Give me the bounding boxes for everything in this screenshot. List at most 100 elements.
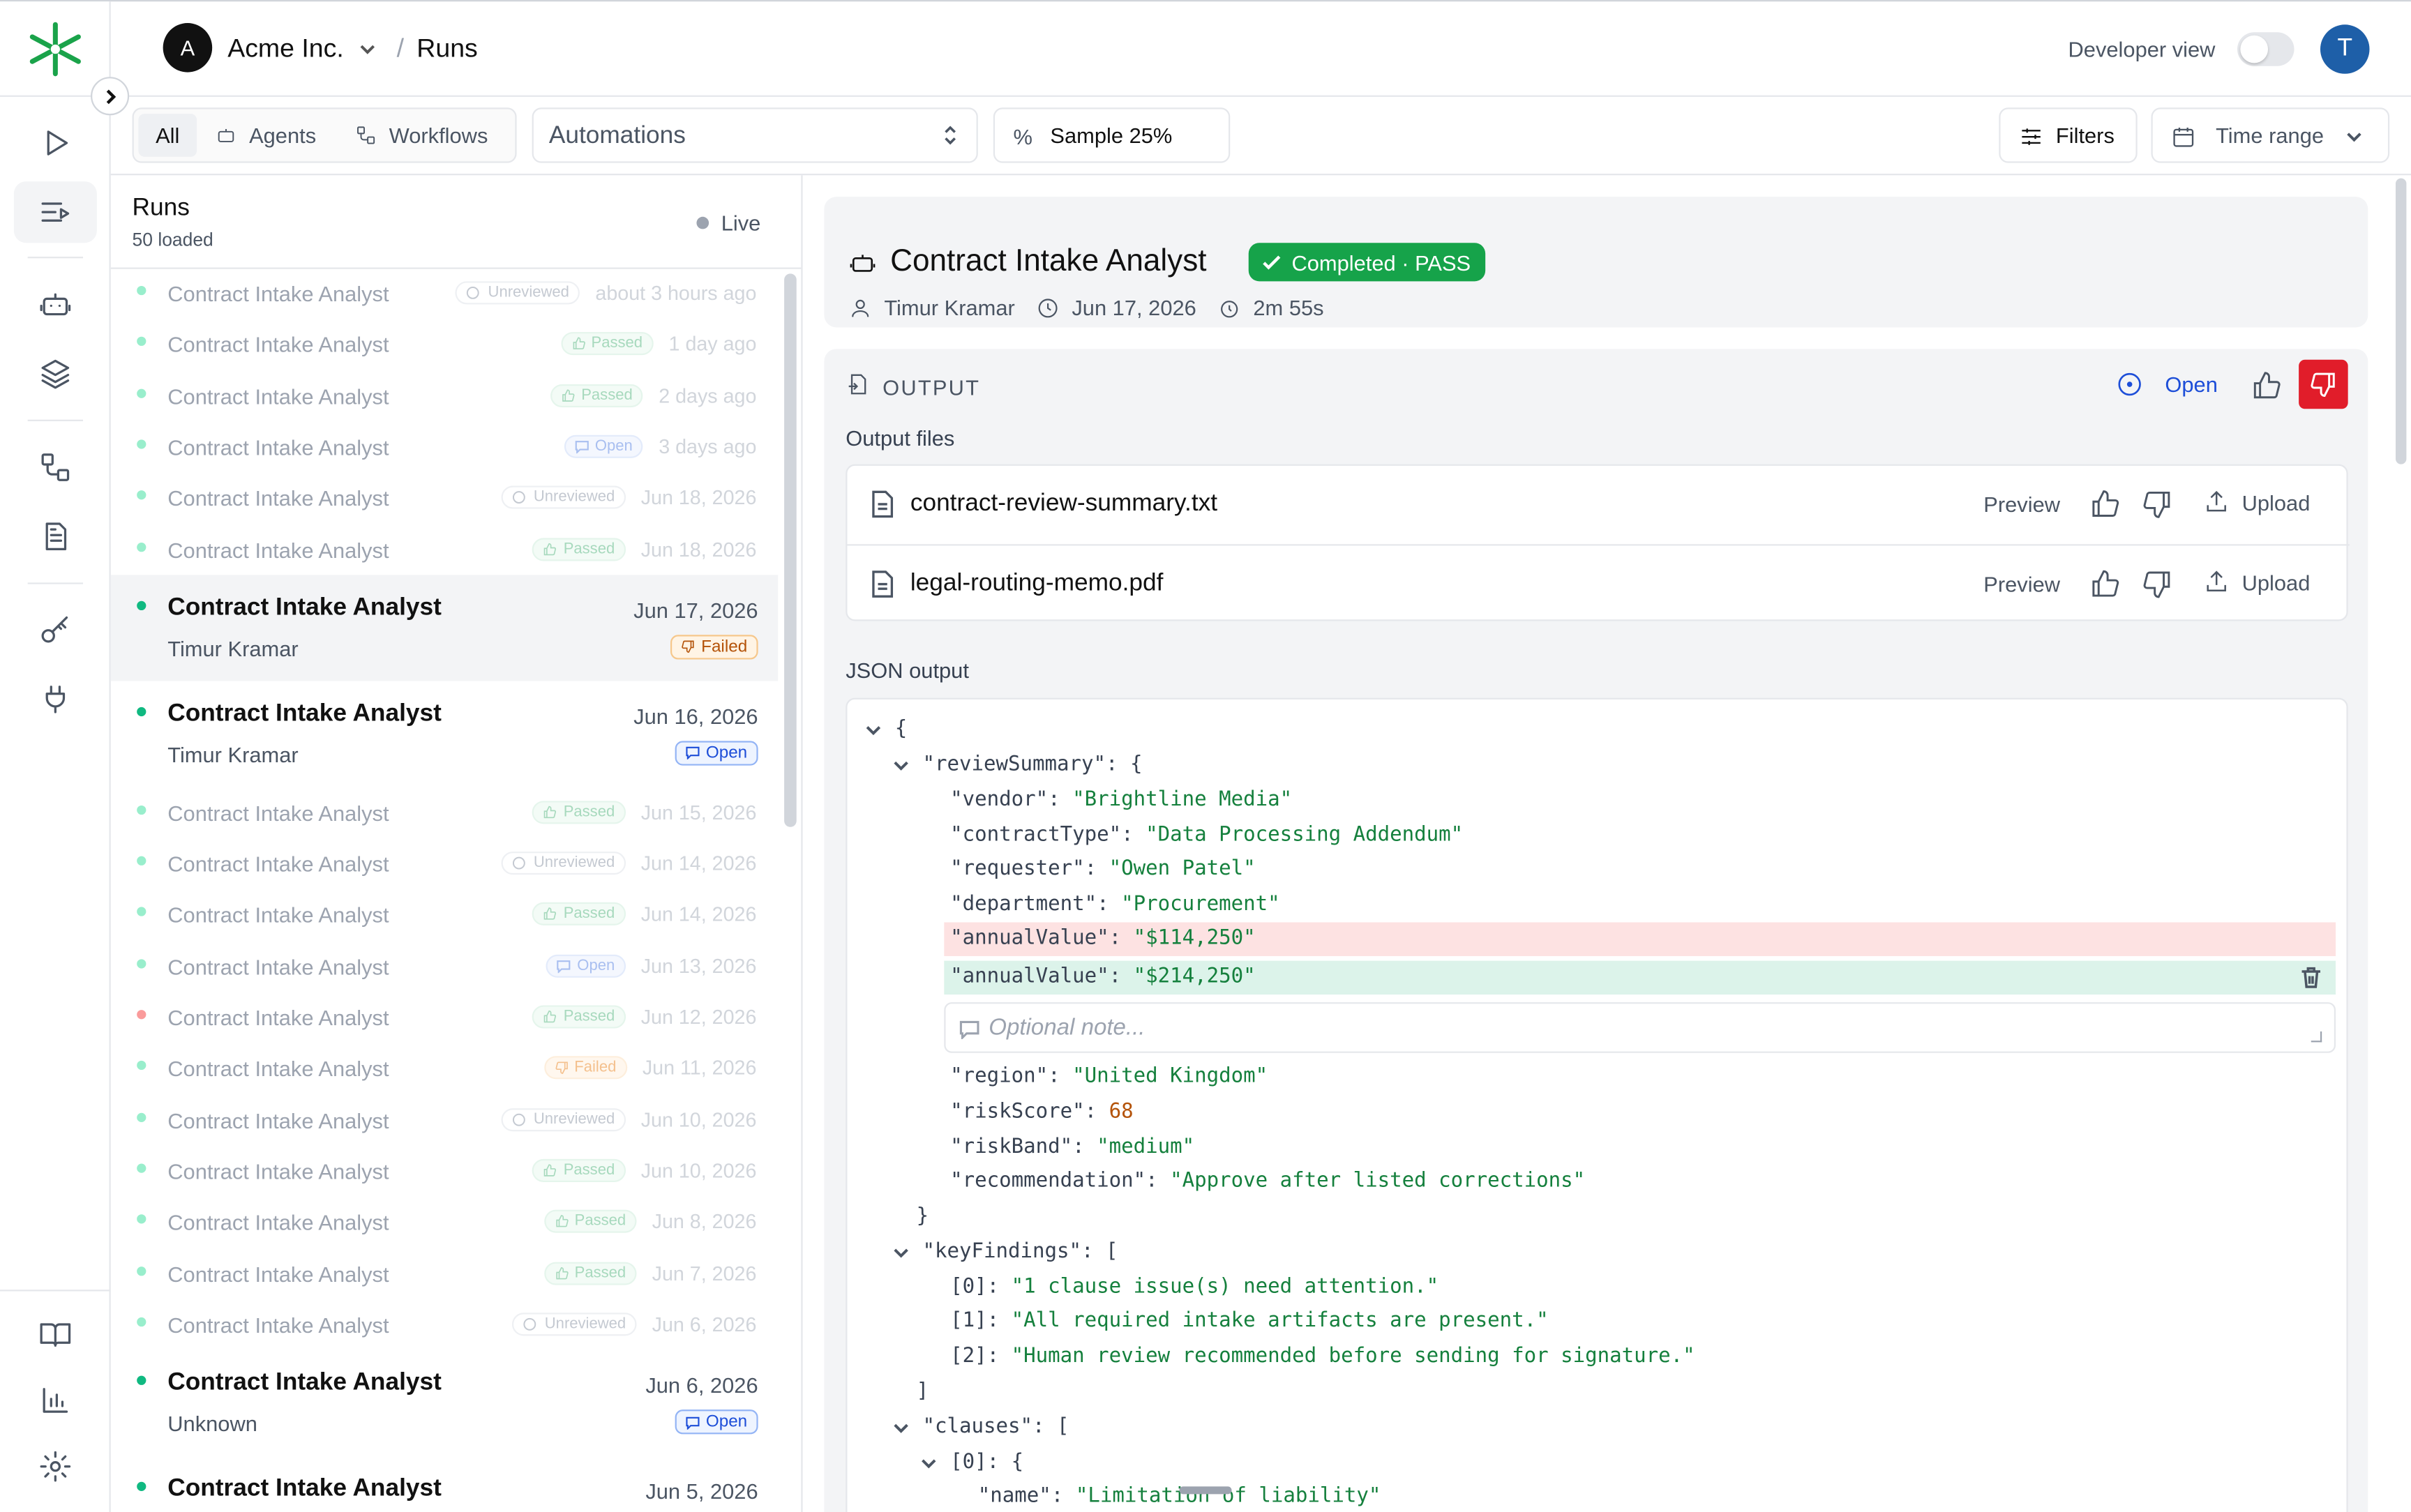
run-row[interactable]: Contract Intake Analyst Passed 1 day ago (111, 319, 779, 370)
file-name[interactable]: contract-review-summary.txt (910, 490, 1217, 518)
thumbs-down-icon[interactable] (2142, 489, 2172, 520)
run-row[interactable]: Contract Intake Analyst Unreviewed Jun 14,… (111, 838, 779, 889)
preview-button[interactable]: Preview (1983, 572, 2060, 596)
json-value: "1 clause issue(s) need attention." (1011, 1276, 1439, 1299)
rail-integrations-button[interactable] (14, 669, 97, 730)
run-row[interactable]: Contract Intake Analyst Jun 16, 2026 Timur… (111, 681, 779, 787)
org-name[interactable]: Acme Inc. (227, 33, 344, 64)
run-row[interactable]: Contract Intake Analyst Jun 17, 2026 Timur… (110, 574, 779, 681)
rail-workflows-button[interactable] (14, 437, 97, 498)
detail-scrollbar[interactable] (2395, 178, 2407, 464)
sample-label: Sample 25% (1050, 123, 1173, 148)
json-line: "requester": "Owen Patel" (950, 857, 1256, 881)
logo-icon[interactable] (26, 20, 84, 79)
run-name: Contract Intake Analyst (167, 954, 389, 979)
automations-select[interactable]: Automations (532, 107, 978, 163)
tab-agents[interactable]: Agents (206, 114, 325, 157)
rail-documents-button[interactable] (14, 506, 97, 567)
rail-agents-button[interactable] (14, 273, 97, 335)
chevron-down-icon[interactable] (892, 1419, 910, 1437)
run-row[interactable]: Contract Intake Analyst Passed Jun 12, 202… (111, 992, 779, 1043)
review-status-badge: Passed (560, 332, 654, 356)
runs-scrollbar[interactable] (784, 273, 797, 827)
run-row[interactable]: Contract Intake Analyst Jun 5, 2026 (111, 1456, 779, 1512)
rail-layers-button[interactable] (14, 343, 97, 405)
chevron-down-icon[interactable] (892, 756, 910, 774)
run-row[interactable]: Contract Intake Analyst Unreviewed Jun 18,… (111, 472, 779, 523)
resize-handle[interactable] (2311, 1031, 2322, 1043)
upload-button[interactable]: Upload (2203, 489, 2310, 515)
json-line: "riskScore": 68 (950, 1101, 1134, 1124)
run-row[interactable]: Contract Intake Analyst Passed Jun 18, 202… (111, 523, 779, 574)
rail-play-button[interactable] (14, 112, 97, 174)
thumbs-up-icon[interactable] (2089, 489, 2120, 520)
chevron-down-icon[interactable] (356, 38, 378, 60)
run-row[interactable]: Contract Intake Analyst Open Jun 13, 2026 (111, 940, 779, 991)
file-row[interactable]: contract-review-summary.txt Preview Uplo… (847, 466, 2349, 543)
file-name[interactable]: legal-routing-memo.pdf (910, 570, 1164, 598)
thumbs-up-icon[interactable] (2251, 370, 2282, 401)
run-meta: Unreviewed Jun 14, 2026 (501, 852, 756, 875)
run-row[interactable]: Contract Intake Analyst Unreviewed Jun 6, … (111, 1299, 779, 1350)
rail-separator (0, 1290, 111, 1292)
review-status-badge: Unreviewed (501, 485, 626, 509)
run-name: Contract Intake Analyst (167, 434, 389, 460)
run-row[interactable]: Contract Intake Analyst Passed 2 days ago (111, 370, 779, 421)
breadcrumb-current: Runs (416, 33, 478, 63)
expand-sidebar-button[interactable] (91, 77, 130, 116)
file-row[interactable]: legal-routing-memo.pdf Preview Upload (847, 544, 2350, 621)
rail-analytics-button[interactable] (14, 1370, 97, 1431)
run-date: Jun 16, 2026 (633, 704, 758, 729)
run-meta: Passed Jun 15, 2026 (532, 800, 756, 824)
clock-icon (1038, 298, 1058, 317)
live-indicator[interactable]: Live (696, 211, 760, 235)
org-avatar[interactable]: A (163, 23, 213, 73)
run-row[interactable]: Contract Intake Analyst Passed Jun 8, 2026 (111, 1196, 779, 1247)
user-avatar[interactable]: T (2320, 24, 2370, 74)
run-row[interactable]: Contract Intake Analyst Passed Jun 15, 202… (111, 787, 779, 838)
run-row[interactable]: Contract Intake Analyst Failed Jun 11, 202… (111, 1043, 779, 1094)
run-date-value: Jun 17, 2026 (1072, 295, 1196, 320)
thumbs-down-icon (2311, 372, 2335, 398)
thumbs-down-button[interactable] (2299, 359, 2348, 409)
thumbs-down-icon[interactable] (2142, 569, 2172, 600)
json-horizontal-scrollbar[interactable] (1179, 1486, 1232, 1495)
type-segmented-control: All Agents Workflows (132, 107, 517, 163)
time-range-button[interactable]: Time range (2151, 107, 2390, 163)
trash-icon[interactable] (2299, 965, 2323, 990)
rail-settings-button[interactable] (14, 1436, 97, 1497)
sample-button[interactable]: % Sample 25% (993, 107, 1231, 163)
thumbs-up-icon[interactable] (2089, 569, 2120, 600)
tab-workflows[interactable]: Workflows (346, 114, 497, 157)
chevron-down-icon[interactable] (892, 1243, 910, 1262)
review-status-badge: Unreviewed (501, 1107, 626, 1131)
rail-keys-button[interactable] (14, 600, 97, 661)
thumbs-down-icon (555, 1062, 567, 1075)
upload-button[interactable]: Upload (2203, 569, 2310, 595)
chevron-down-icon[interactable] (864, 721, 882, 739)
rail-runs-button[interactable] (13, 181, 97, 243)
chevron-down-icon[interactable] (919, 1454, 938, 1472)
open-review-button[interactable]: Open (2116, 370, 2218, 398)
run-row[interactable]: Contract Intake Analyst Passed Jun 10, 202… (111, 1145, 779, 1196)
run-row[interactable]: Contract Intake Analyst Jun 6, 2026 Unknow… (111, 1350, 779, 1456)
json-line: "clauses": [ (922, 1415, 1069, 1439)
json-line: "contractType": "Data Processing Addendu… (950, 824, 1464, 847)
filters-button[interactable]: Filters (1999, 107, 2138, 163)
developer-view-toggle[interactable] (2237, 32, 2294, 66)
review-status-label: Passed (563, 1008, 615, 1026)
optional-note-input[interactable]: Optional note... (944, 1002, 2336, 1053)
review-status-label: Passed (574, 1213, 626, 1230)
play-icon (47, 130, 68, 156)
run-row[interactable]: Contract Intake Analyst Unreviewed about 3… (111, 268, 779, 319)
rail-docs-button[interactable] (14, 1303, 97, 1365)
review-status-label: Passed (563, 906, 615, 923)
run-row[interactable]: Contract Intake Analyst Passed Jun 14, 202… (111, 889, 779, 940)
review-status-label: Passed (574, 1264, 626, 1282)
tab-all[interactable]: All (138, 114, 197, 157)
run-name: Contract Intake Analyst (167, 1312, 389, 1338)
run-row[interactable]: Contract Intake Analyst Passed Jun 7, 2026 (111, 1248, 779, 1299)
run-row[interactable]: Contract Intake Analyst Unreviewed Jun 10,… (111, 1094, 779, 1144)
preview-button[interactable]: Preview (1983, 492, 2060, 516)
run-row[interactable]: Contract Intake Analyst Open 3 days ago (111, 421, 779, 472)
